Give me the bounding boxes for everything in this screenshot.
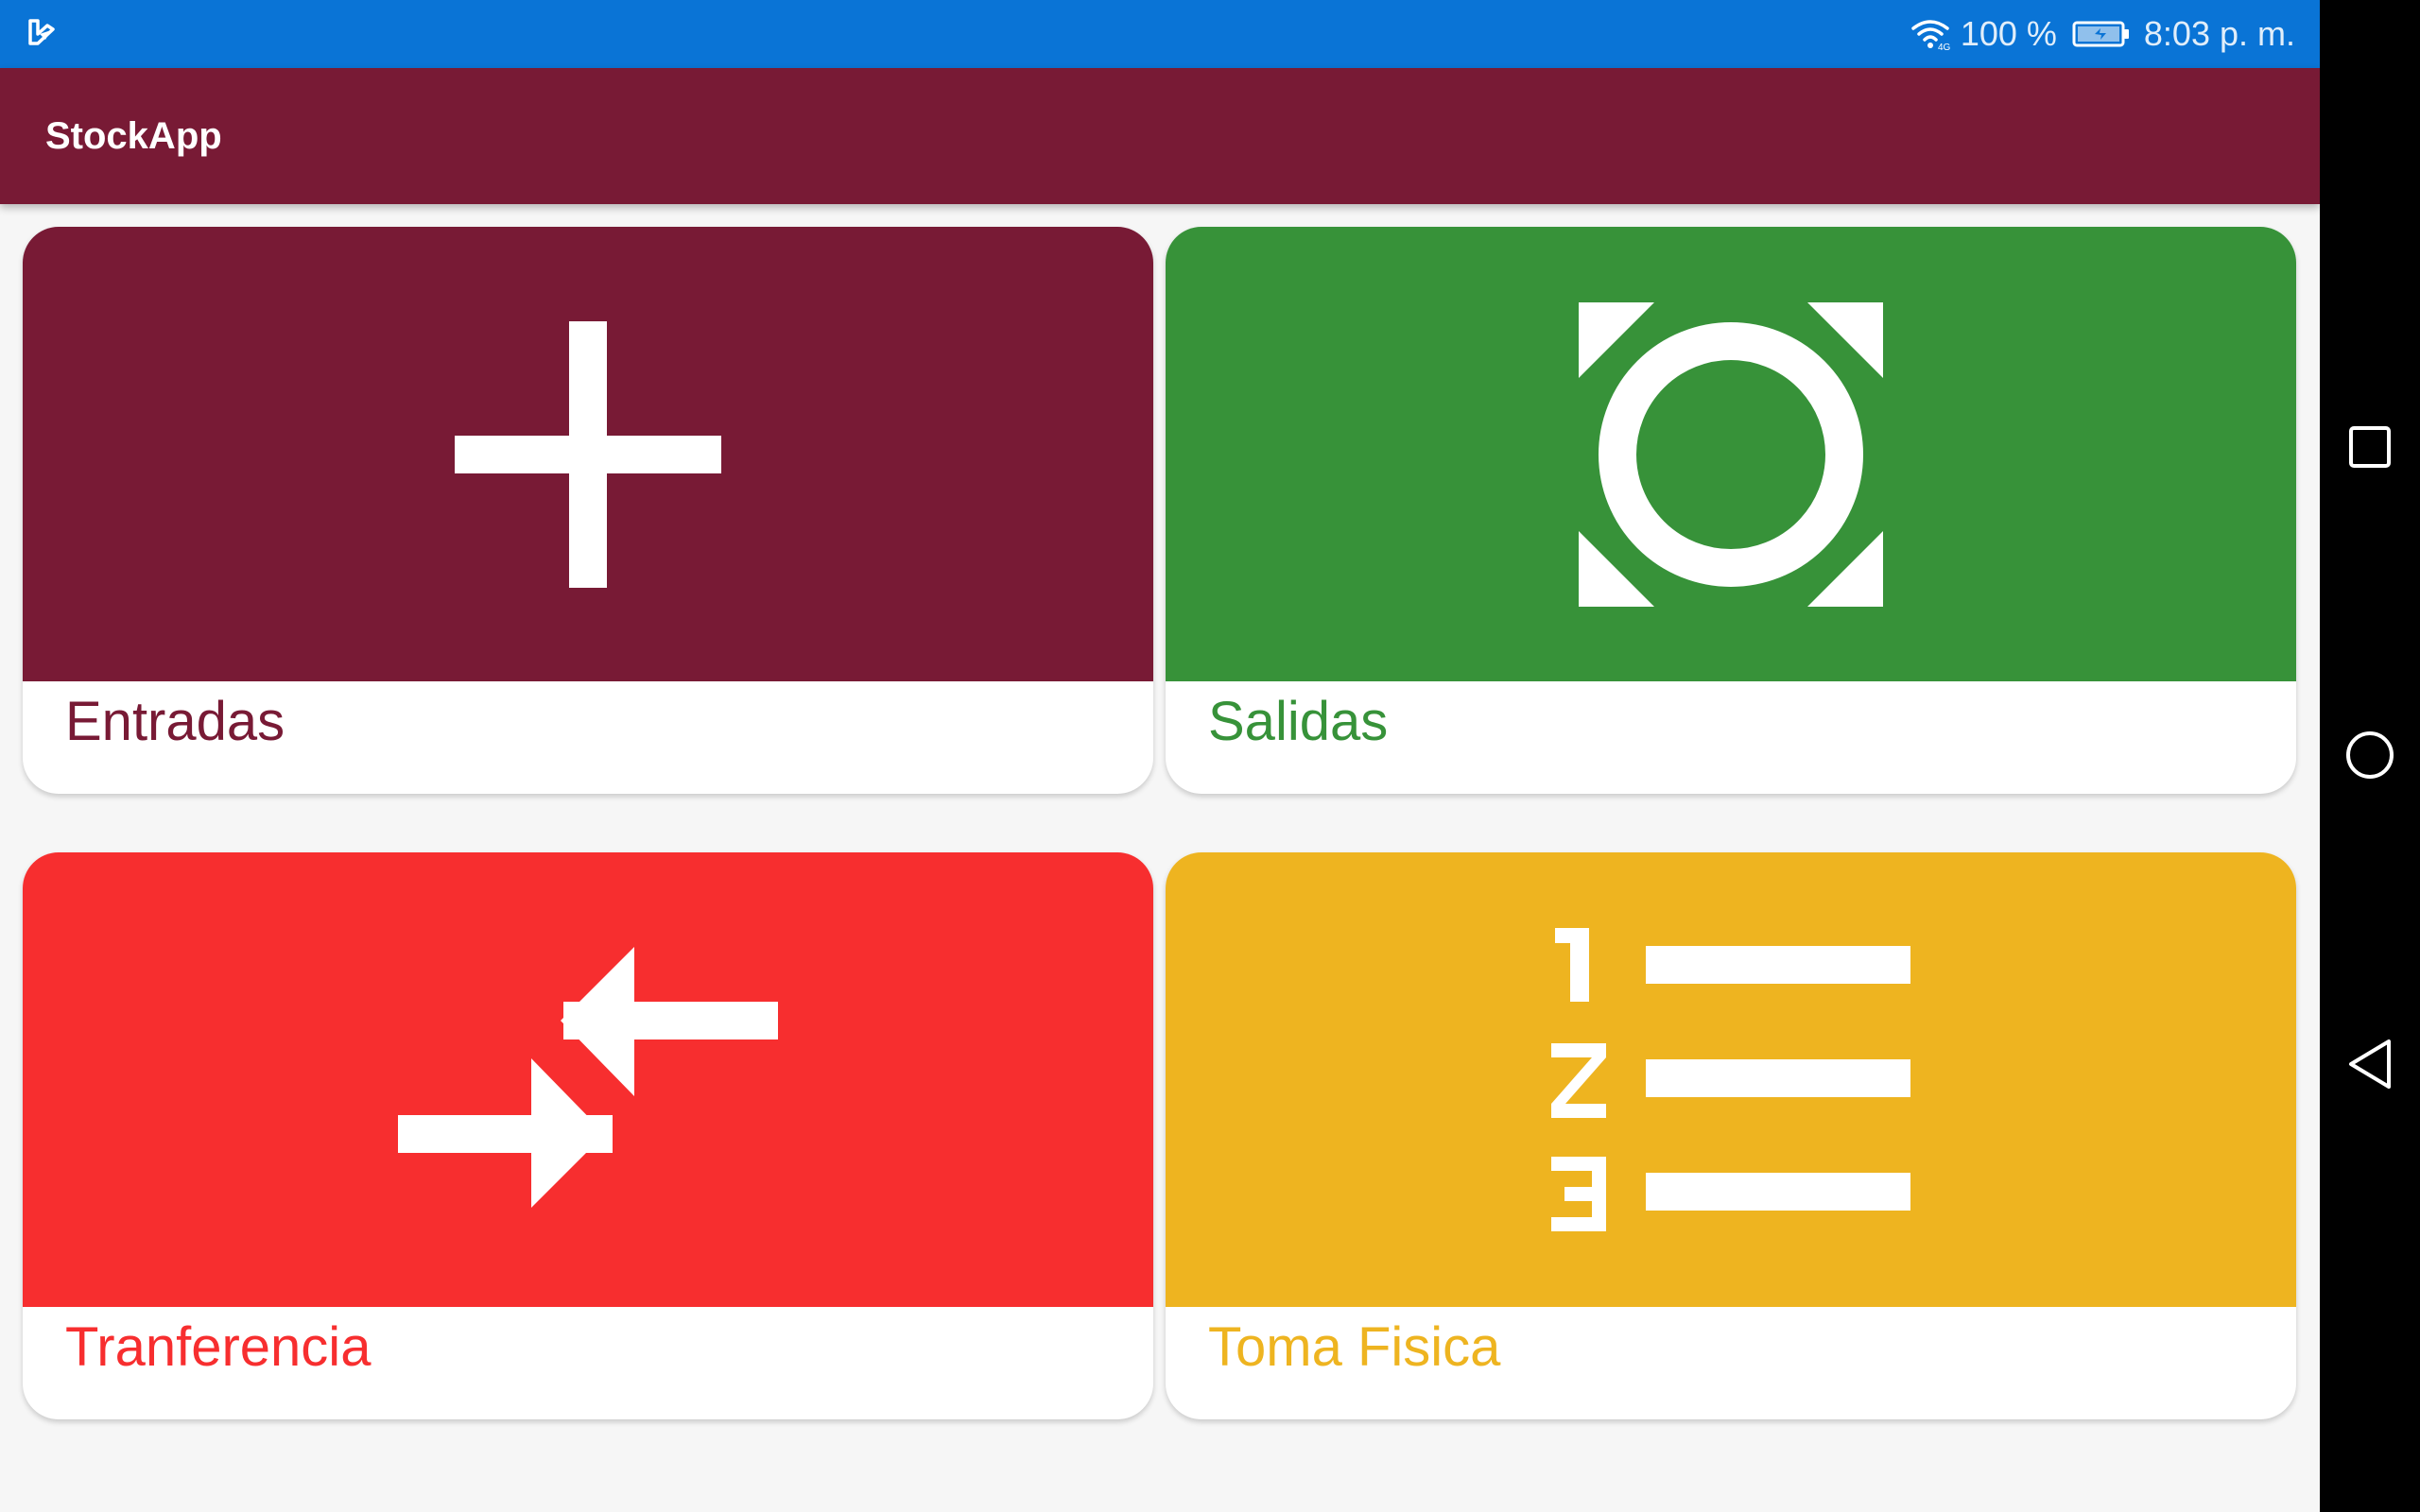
home-icon — [2346, 731, 2394, 779]
card-entradas-label: Entradas — [65, 691, 285, 752]
plus-icon — [455, 320, 721, 588]
clock: 8:03 p. m. — [2143, 14, 2295, 53]
back-button[interactable] — [2342, 1036, 2398, 1092]
focus-circle-icon — [1579, 301, 1883, 607]
card-entradas[interactable]: Entradas — [23, 227, 1153, 794]
app-bar: StockApp — [0, 68, 2320, 204]
battery-percent: 100 % — [1960, 14, 2057, 53]
app-title: StockApp — [45, 115, 222, 157]
recents-button[interactable] — [2342, 419, 2398, 475]
back-icon — [2349, 1040, 2391, 1089]
system-navigation-bar — [2320, 0, 2420, 1512]
card-tranferencia[interactable]: Tranferencia — [23, 852, 1153, 1419]
card-salidas[interactable]: Salidas — [1166, 227, 2296, 794]
numbered-list-icon — [1551, 927, 1910, 1231]
transfer-arrows-icon — [398, 946, 778, 1208]
card-toma-fisica-label: Toma Fisica — [1208, 1316, 1501, 1378]
app-notification-icon — [28, 19, 55, 45]
card-toma-fisica-banner — [1166, 852, 2296, 1307]
status-indicators: 4G 100 % 8:03 p. m. — [1910, 0, 2295, 68]
card-tranferencia-banner — [23, 852, 1153, 1307]
card-salidas-banner — [1166, 227, 2296, 681]
card-entradas-banner — [23, 227, 1153, 681]
card-toma-fisica[interactable]: Toma Fisica — [1166, 852, 2296, 1419]
main-content: Entradas Salidas Tranferencia Toma Fisic… — [0, 204, 2320, 1512]
home-button[interactable] — [2342, 727, 2398, 783]
wifi-icon: 4G — [1911, 20, 1951, 51]
svg-text:4G: 4G — [1938, 43, 1951, 51]
battery-charging-icon — [2072, 21, 2129, 47]
recents-icon — [2349, 426, 2391, 468]
status-bar: 4G 100 % 8:03 p. m. — [0, 0, 2320, 68]
card-salidas-label: Salidas — [1208, 691, 1389, 752]
card-tranferencia-label: Tranferencia — [65, 1316, 372, 1378]
